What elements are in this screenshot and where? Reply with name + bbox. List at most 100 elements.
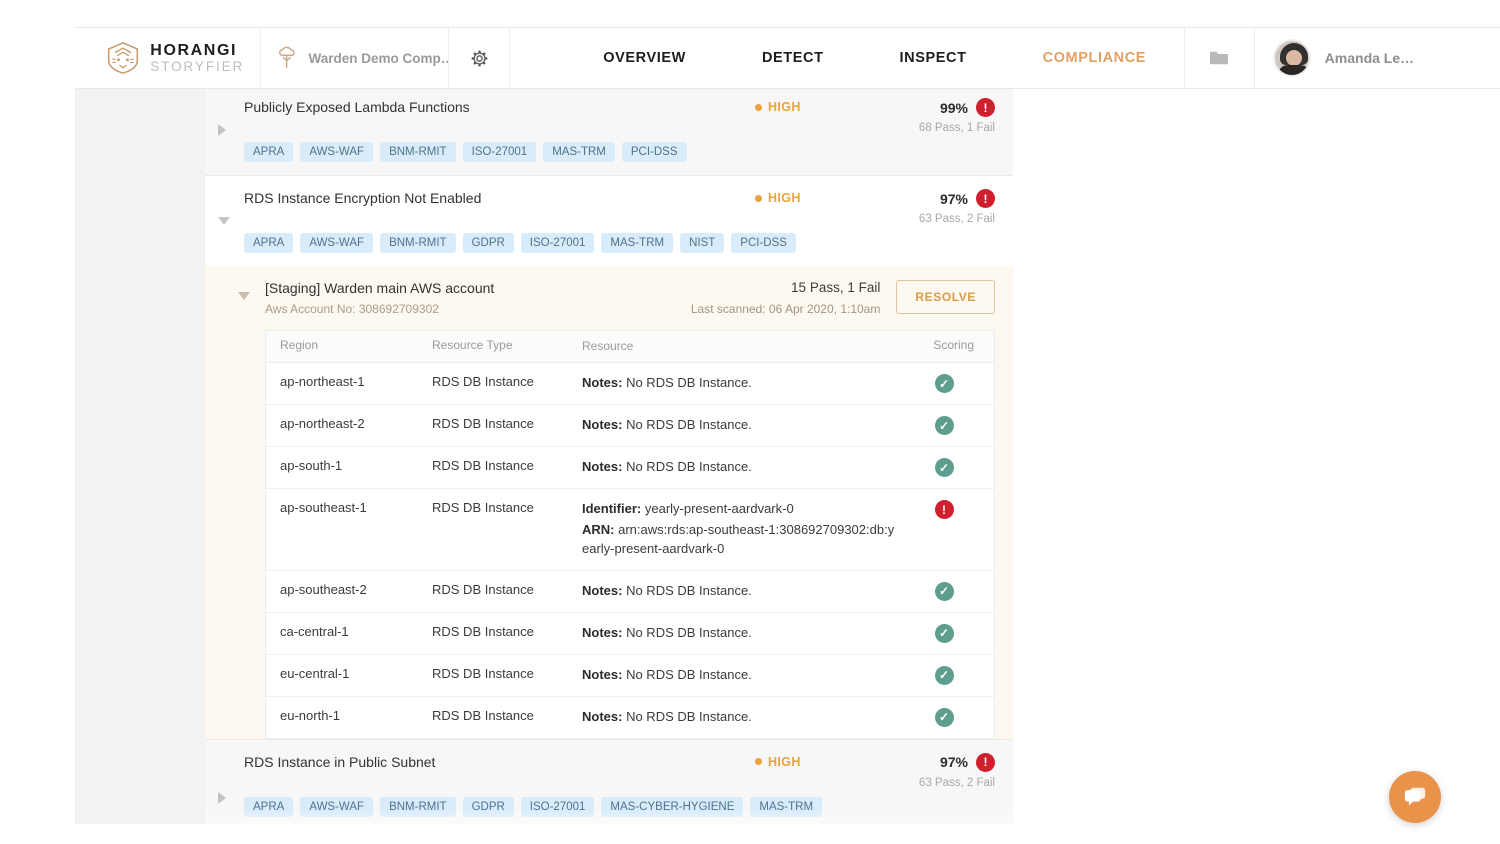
table-row[interactable]: eu-north-1 RDS DB Instance Notes: No RDS… [266, 697, 994, 738]
status-badge-pass-icon: ✓ [935, 458, 954, 477]
cell-resource: Notes: No RDS DB Instance. [582, 582, 908, 601]
user-menu[interactable]: Amanda Le… [1255, 28, 1500, 88]
user-name: Amanda Le… [1325, 50, 1414, 66]
framework-tag[interactable]: AWS-WAF [300, 233, 373, 253]
resource-label: Notes: [582, 417, 622, 432]
cell-region: ap-south-1 [280, 458, 432, 473]
framework-tag[interactable]: ISO-27001 [463, 142, 537, 162]
framework-tag[interactable]: MAS-CYBER-HYGIENE [601, 797, 743, 817]
folder-icon [1208, 49, 1230, 67]
expand-caret-icon[interactable] [218, 792, 226, 804]
framework-tag[interactable]: BNM-RMIT [380, 142, 456, 162]
framework-tag[interactable]: APRA [244, 797, 293, 817]
cell-resource: Notes: No RDS DB Instance. [582, 624, 908, 643]
nav-inspect[interactable]: INSPECT [862, 50, 1005, 66]
resource-value: No RDS DB Instance. [626, 417, 752, 432]
resource-value: No RDS DB Instance. [626, 583, 752, 598]
status-badge-pass-icon: ✓ [935, 624, 954, 643]
resource-value: No RDS DB Instance. [626, 625, 752, 640]
table-row[interactable]: ca-central-1 RDS DB Instance Notes: No R… [266, 613, 994, 655]
nav-overview[interactable]: OVERVIEW [565, 50, 724, 66]
cell-resource: Notes: No RDS DB Instance. [582, 374, 908, 393]
status-badge-fail-icon: ! [935, 500, 954, 519]
score-column: 99% ! 68 Pass, 1 Fail [883, 98, 995, 134]
rule-row[interactable]: Publicly Exposed Lambda Functions HIGH 9… [205, 89, 1013, 176]
score-summary: 68 Pass, 1 Fail [883, 122, 995, 134]
framework-tag[interactable]: PCI-DSS [731, 233, 796, 253]
column-header-resource: Resource [582, 338, 908, 355]
cell-resource-type: RDS DB Instance [432, 500, 582, 515]
org-selector[interactable]: Warden Demo Comp… [261, 28, 449, 88]
table-row[interactable]: ap-southeast-1 RDS DB Instance Identifie… [266, 489, 994, 571]
rule-title: RDS Instance Encryption Not Enabled [244, 189, 755, 207]
framework-tag[interactable]: MAS-TRM [601, 233, 673, 253]
cell-resource: Identifier: yearly-present-aardvark-0 AR… [582, 500, 908, 559]
rule-title: Publicly Exposed Lambda Functions [244, 98, 755, 116]
table-row[interactable]: ap-south-1 RDS DB Instance Notes: No RDS… [266, 447, 994, 489]
cell-resource: Notes: No RDS DB Instance. [582, 458, 908, 477]
rule-row[interactable]: RDS Instance Encryption Not Enabled HIGH… [205, 176, 1013, 266]
framework-tag[interactable]: NIST [680, 233, 724, 253]
collapse-caret-icon[interactable] [218, 217, 230, 225]
resource-value: No RDS DB Instance. [626, 375, 752, 390]
resolve-button[interactable]: RESOLVE [896, 280, 995, 314]
nav-compliance[interactable]: COMPLIANCE [1005, 50, 1184, 66]
table-row[interactable]: ap-northeast-2 RDS DB Instance Notes: No… [266, 405, 994, 447]
cell-resource-type: RDS DB Instance [432, 708, 582, 723]
account-last-scanned: Last scanned: 06 Apr 2020, 1:10am [691, 302, 880, 316]
framework-tag[interactable]: BNM-RMIT [380, 233, 456, 253]
settings-button[interactable] [449, 28, 510, 88]
account-collapse-caret-icon[interactable] [238, 292, 250, 300]
nav-detect[interactable]: DETECT [724, 50, 862, 66]
framework-tag[interactable]: GDPR [463, 797, 514, 817]
framework-tags: APRA AWS-WAF BNM-RMIT GDPR ISO-27001 MAS… [244, 233, 824, 253]
table-row[interactable]: ap-northeast-1 RDS DB Instance Notes: No… [266, 363, 994, 405]
framework-tag[interactable]: APRA [244, 142, 293, 162]
reports-button[interactable] [1184, 28, 1255, 88]
severity-label: HIGH [768, 100, 801, 114]
rule-row[interactable]: RDS Instance in Public Subnet HIGH 97% !… [205, 740, 1013, 824]
score-percent: 99% [940, 100, 968, 116]
app-header: HORANGI STORYFIER Warden Demo Comp… OVER… [75, 27, 1500, 89]
main-nav: OVERVIEW DETECT INSPECT COMPLIANCE [510, 28, 1184, 88]
framework-tag[interactable]: MAS-TRM [543, 142, 615, 162]
expand-caret-icon[interactable] [218, 124, 226, 136]
compliance-rule-list[interactable]: Publicly Exposed Lambda Functions HIGH 9… [205, 89, 1013, 824]
table-row[interactable]: eu-central-1 RDS DB Instance Notes: No R… [266, 655, 994, 697]
status-badge-pass-icon: ✓ [935, 666, 954, 685]
column-header-resource-type: Resource Type [432, 338, 582, 355]
resource-value: No RDS DB Instance. [626, 459, 752, 474]
column-header-scoring: Scoring [908, 338, 980, 355]
account-number: Aws Account No: 308692709302 [265, 302, 691, 316]
framework-tag[interactable]: AWS-WAF [300, 797, 373, 817]
framework-tag[interactable]: AWS-WAF [300, 142, 373, 162]
cell-region: ap-northeast-1 [280, 374, 432, 389]
cell-scoring: ✓ [908, 708, 980, 727]
resource-label: Notes: [582, 375, 622, 390]
org-name: Warden Demo Comp… [308, 51, 448, 66]
cell-scoring: ! [908, 500, 980, 519]
brand-logo[interactable]: HORANGI STORYFIER [75, 28, 261, 88]
gear-icon [469, 48, 490, 69]
cell-region: ap-northeast-2 [280, 416, 432, 431]
cell-resource-type: RDS DB Instance [432, 666, 582, 681]
framework-tags: APRA AWS-WAF BNM-RMIT GDPR ISO-27001 MAS… [244, 797, 824, 824]
framework-tag[interactable]: GDPR [463, 233, 514, 253]
cell-resource: Notes: No RDS DB Instance. [582, 416, 908, 435]
account-panel: [Staging] Warden main AWS account Aws Ac… [205, 266, 1013, 740]
score-column: 97% ! 63 Pass, 2 Fail [883, 753, 995, 789]
cell-scoring: ✓ [908, 624, 980, 643]
framework-tag[interactable]: MAS-TRM [750, 797, 822, 817]
left-gutter [75, 89, 205, 824]
table-row[interactable]: ap-southeast-2 RDS DB Instance Notes: No… [266, 571, 994, 613]
cell-scoring: ✓ [908, 666, 980, 685]
framework-tag[interactable]: APRA [244, 233, 293, 253]
framework-tag[interactable]: ISO-27001 [521, 797, 595, 817]
framework-tag[interactable]: PCI-DSS [622, 142, 687, 162]
chat-widget-button[interactable] [1389, 771, 1441, 823]
resource-label: Identifier: [582, 501, 641, 516]
framework-tag[interactable]: ISO-27001 [521, 233, 595, 253]
framework-tag[interactable]: BNM-RMIT [380, 797, 456, 817]
status-badge-fail-icon: ! [976, 98, 995, 117]
resource-label: Notes: [582, 583, 622, 598]
